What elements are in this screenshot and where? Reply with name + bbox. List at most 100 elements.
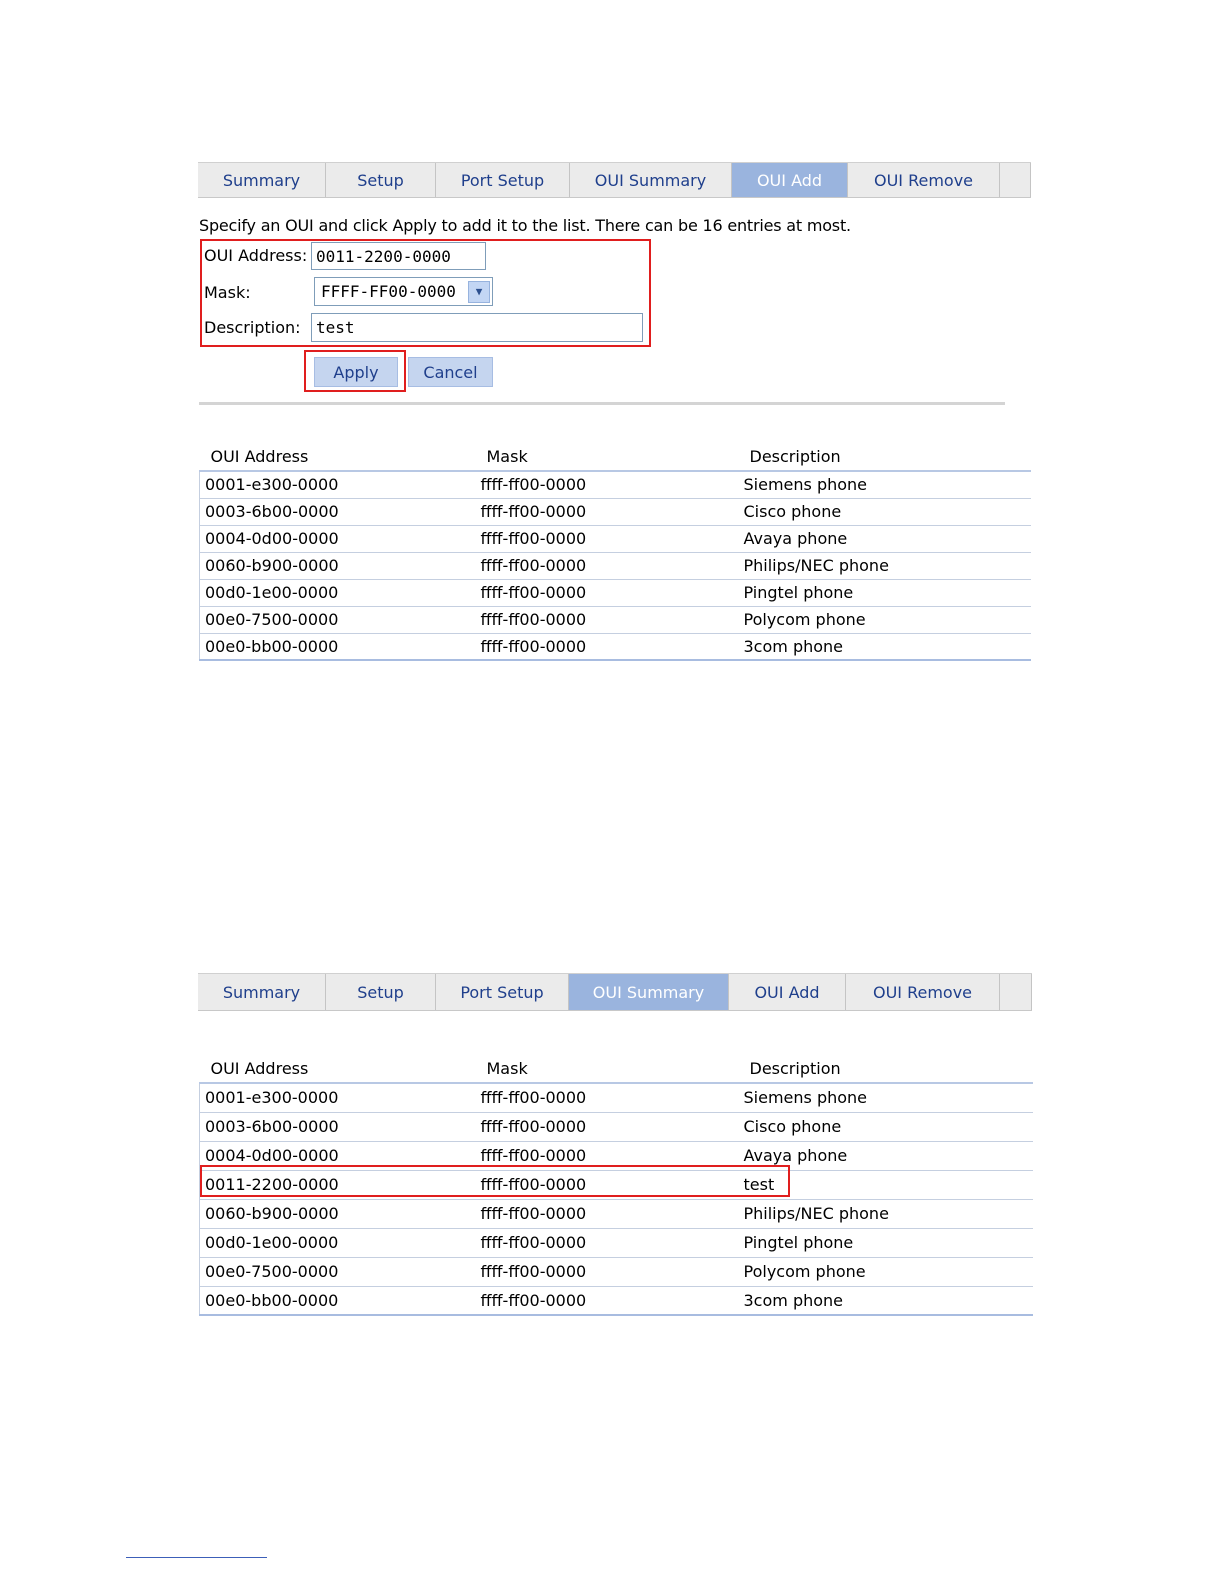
description-cell: Cisco phone — [738, 1112, 1033, 1142]
footnote-rule — [126, 1557, 267, 1558]
oui-address-cell: 00e0-7500-0000 — [199, 1257, 476, 1287]
apply-button[interactable]: Apply — [314, 357, 398, 387]
mask-cell: ffff-ff00-0000 — [475, 1286, 739, 1316]
description-cell: Siemens phone — [738, 1083, 1033, 1113]
column-header-oui-address: OUI Address — [199, 438, 476, 472]
cancel-button-label: Cancel — [423, 362, 478, 382]
tab-bar: Summary Setup Port Setup OUI Summary OUI… — [198, 162, 1031, 198]
tab-oui-summary[interactable]: OUI Summary — [570, 163, 732, 197]
tab-port-setup[interactable]: Port Setup — [436, 974, 569, 1010]
tab-label: OUI Summary — [594, 170, 707, 190]
tab-summary[interactable]: Summary — [198, 163, 326, 197]
chevron-down-icon[interactable]: ▼ — [468, 280, 490, 303]
oui-address-cell: 0060-b900-0000 — [199, 1199, 476, 1229]
description-label: Description: — [204, 318, 301, 337]
mask-label: Mask: — [204, 283, 251, 302]
mask-cell: ffff-ff00-0000 — [475, 606, 739, 634]
column-header-description: Description — [738, 438, 1031, 472]
table-header-row: OUI Address Mask Description — [199, 1050, 1033, 1084]
mask-cell: ffff-ff00-0000 — [475, 1083, 739, 1113]
tab-oui-add[interactable]: OUI Add — [729, 974, 846, 1010]
description-cell: Philips/NEC phone — [738, 552, 1031, 580]
oui-address-cell: 0004-0d00-0000 — [199, 525, 476, 553]
column-header-description: Description — [738, 1050, 1033, 1084]
tab-label: OUI Remove — [872, 982, 973, 1002]
mask-cell: ffff-ff00-0000 — [475, 1112, 739, 1142]
instruction-text: Specify an OUI and click Apply to add it… — [199, 216, 851, 235]
cancel-button[interactable]: Cancel — [408, 357, 493, 387]
mask-select[interactable]: FFFF-FF00-0000 ▼ — [314, 277, 493, 306]
table-row: 00e0-bb00-0000 ffff-ff00-0000 3com phone — [199, 1286, 1033, 1316]
mask-cell: ffff-ff00-0000 — [475, 579, 739, 607]
description-cell: Cisco phone — [738, 498, 1031, 526]
tab-oui-summary[interactable]: OUI Summary — [569, 974, 729, 1010]
tab-bar-filler — [1000, 974, 1032, 1010]
oui-address-cell: 0060-b900-0000 — [199, 552, 476, 580]
mask-cell: ffff-ff00-0000 — [475, 552, 739, 580]
oui-address-input[interactable]: 0011-2200-0000 — [311, 242, 486, 270]
description-cell: Pingtel phone — [738, 1228, 1033, 1258]
tab-label: Port Setup — [460, 170, 545, 190]
oui-table: OUI Address Mask Description 0001-e300-0… — [199, 438, 1031, 661]
mask-cell: ffff-ff00-0000 — [475, 1199, 739, 1229]
mask-value: FFFF-FF00-0000 — [321, 282, 456, 301]
table-row: 00e0-bb00-0000 ffff-ff00-0000 3com phone — [199, 633, 1031, 661]
column-header-mask: Mask — [475, 438, 739, 472]
oui-address-cell: 0003-6b00-0000 — [199, 498, 476, 526]
table-row: 0060-b900-0000 ffff-ff00-0000 Philips/NE… — [199, 552, 1031, 580]
description-value: test — [316, 318, 355, 337]
tab-label: Port Setup — [460, 982, 544, 1002]
mask-cell: ffff-ff00-0000 — [475, 1228, 739, 1258]
tab-setup[interactable]: Setup — [326, 974, 436, 1010]
mask-cell: ffff-ff00-0000 — [475, 633, 739, 661]
mask-cell: ffff-ff00-0000 — [475, 471, 739, 499]
column-header-mask: Mask — [475, 1050, 739, 1084]
description-cell: Polycom phone — [738, 1257, 1033, 1287]
description-cell: Avaya phone — [738, 525, 1031, 553]
description-cell: 3com phone — [738, 1286, 1033, 1316]
table-row: 0003-6b00-0000 ffff-ff00-0000 Cisco phon… — [199, 1112, 1033, 1142]
oui-address-value: 0011-2200-0000 — [316, 246, 451, 266]
tab-label: Setup — [357, 170, 404, 190]
oui-address-cell: 00d0-1e00-0000 — [199, 579, 476, 607]
tab-label: OUI Add — [756, 170, 823, 190]
divider — [199, 402, 1005, 405]
tab-label: Summary — [222, 982, 301, 1002]
description-cell: Polycom phone — [738, 606, 1031, 634]
oui-address-cell: 0001-e300-0000 — [199, 1083, 476, 1113]
tab-bar-filler — [1000, 163, 1031, 197]
new-entry-highlight-box — [200, 1165, 790, 1197]
table-row: 0001-e300-0000 ffff-ff00-0000 Siemens ph… — [199, 1083, 1033, 1113]
oui-address-cell: 00e0-7500-0000 — [199, 606, 476, 634]
table-row: 0003-6b00-0000 ffff-ff00-0000 Cisco phon… — [199, 498, 1031, 526]
oui-address-cell: 0001-e300-0000 — [199, 471, 476, 499]
tab-summary[interactable]: Summary — [198, 974, 326, 1010]
tab-oui-add[interactable]: OUI Add — [732, 163, 848, 197]
tab-label: OUI Summary — [592, 982, 705, 1002]
table-row: 00e0-7500-0000 ffff-ff00-0000 Polycom ph… — [199, 1257, 1033, 1287]
tab-oui-remove[interactable]: OUI Remove — [846, 974, 1000, 1010]
oui-address-cell: 00d0-1e00-0000 — [199, 1228, 476, 1258]
tab-oui-remove[interactable]: OUI Remove — [848, 163, 1000, 197]
apply-button-label: Apply — [333, 362, 379, 382]
oui-address-cell: 00e0-bb00-0000 — [199, 633, 476, 661]
tab-port-setup[interactable]: Port Setup — [436, 163, 570, 197]
table-row: 00d0-1e00-0000 ffff-ff00-0000 Pingtel ph… — [199, 1228, 1033, 1258]
mask-cell: ffff-ff00-0000 — [475, 525, 739, 553]
oui-address-cell: 00e0-bb00-0000 — [199, 1286, 476, 1316]
tab-label: Setup — [357, 982, 404, 1002]
table-row: 00e0-7500-0000 ffff-ff00-0000 Polycom ph… — [199, 606, 1031, 634]
description-cell: Philips/NEC phone — [738, 1199, 1033, 1229]
column-header-oui-address: OUI Address — [199, 1050, 476, 1084]
description-input[interactable]: test — [311, 313, 643, 342]
tab-setup[interactable]: Setup — [326, 163, 436, 197]
description-cell: Siemens phone — [738, 471, 1031, 499]
tab-bar: Summary Setup Port Setup OUI Summary OUI… — [198, 973, 1032, 1011]
oui-address-cell: 0003-6b00-0000 — [199, 1112, 476, 1142]
table-row: 00d0-1e00-0000 ffff-ff00-0000 Pingtel ph… — [199, 579, 1031, 607]
oui-address-label: OUI Address: — [204, 246, 308, 265]
mask-cell: ffff-ff00-0000 — [475, 498, 739, 526]
tab-label: OUI Remove — [873, 170, 974, 190]
table-row: 0004-0d00-0000 ffff-ff00-0000 Avaya phon… — [199, 525, 1031, 553]
description-cell: Pingtel phone — [738, 579, 1031, 607]
